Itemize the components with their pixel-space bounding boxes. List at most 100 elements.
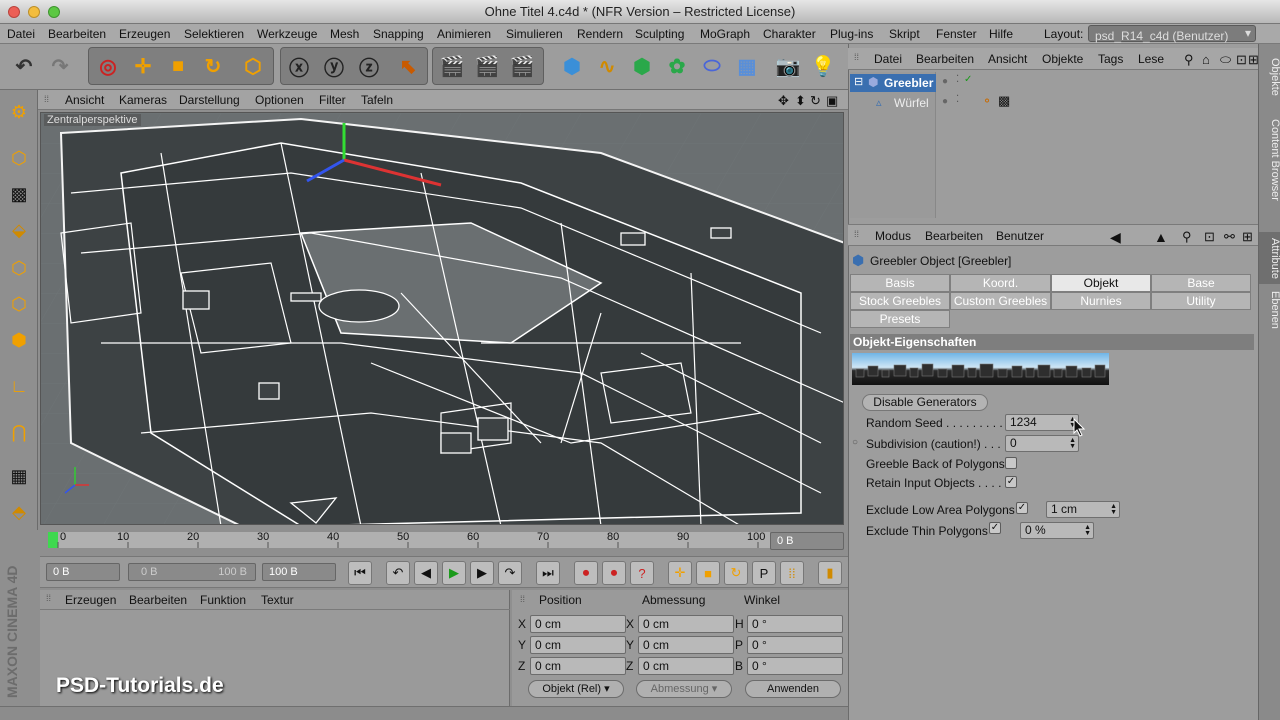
texture-tag-icon[interactable]: ▩ [998,93,1010,109]
material-menu-funktion[interactable]: Funktion [200,593,246,607]
exclude-thin-checkbox[interactable]: ✓ [989,522,1001,534]
key-pla-icon[interactable]: ⁞⁞ [780,561,804,585]
material-menu-erzeugen[interactable]: Erzeugen [65,593,116,607]
playhead[interactable] [48,532,58,548]
enabled-check-icon[interactable]: ✓ [964,74,972,85]
viewport-maximize-icon[interactable]: ▣ [826,93,838,109]
tab-ebenen[interactable]: Ebenen [1259,288,1280,332]
redo-icon[interactable]: ↷ [44,50,76,82]
menu-bearbeiten[interactable]: Bearbeiten [48,27,106,41]
rotation-b-field[interactable]: 0 ° [747,657,843,675]
visibility-dots-icon[interactable]: ⁚ [956,74,959,85]
visibility-dot-icon[interactable]: ● [942,76,948,87]
retain-input-checkbox[interactable]: ✓ [1005,476,1017,488]
exclude-low-area-field[interactable]: 1 cm ▲ ▼ [1046,501,1120,518]
array-icon[interactable]: ✿ [661,50,693,82]
size-z-field[interactable]: 0 cm [638,657,734,675]
menu-simulieren[interactable]: Simulieren [506,27,563,41]
camera-icon[interactable]: 📷 [772,50,804,82]
viewport-zoom-icon[interactable]: ⬍ [795,93,806,109]
rotation-p-field[interactable]: 0 ° [747,636,843,654]
locked-workplane-icon[interactable]: ⬘ [3,496,35,528]
end-frame-field[interactable]: 100 B [262,563,336,581]
lock-icon[interactable]: ⊡ [1236,52,1247,68]
coordinate-mode-select[interactable]: Objekt (Rel) ▾ [528,680,624,698]
menu-skript[interactable]: Skript [889,27,920,41]
new-panel-icon[interactable]: ⊞ [1242,229,1253,245]
tab-objekte[interactable]: Objekte [1259,52,1280,102]
list-item-wuerfel[interactable]: ▵ Würfel [850,94,936,112]
key-scale-icon[interactable]: ■ [696,561,720,585]
collapse-icon[interactable]: ⊟ [854,75,863,88]
home-icon[interactable]: ⌂ [1202,52,1210,67]
next-key-icon[interactable]: ↷ [498,561,522,585]
disable-generators-button[interactable]: Disable Generators [862,394,988,411]
texture-mode-icon[interactable]: ▩ [3,178,35,210]
zoom-window-button[interactable] [48,6,60,18]
attribute-menu-modus[interactable]: Modus [875,229,911,243]
record-keys-icon[interactable]: ⏺ [574,561,598,585]
lock-icon[interactable]: ⊡ [1204,229,1215,245]
tab-nurnies[interactable]: Nurnies [1051,292,1151,310]
greeble-back-checkbox[interactable] [1005,457,1017,469]
back-arrow-icon[interactable]: ◀ [1110,229,1121,246]
viewport-menu-ansicht[interactable]: Ansicht [65,93,104,107]
attribute-menu-benutzer[interactable]: Benutzer [996,229,1044,243]
link-icon[interactable]: ⚯ [1224,229,1235,245]
object-menu-datei[interactable]: Datei [874,52,902,66]
menu-werkzeuge[interactable]: Werkzeuge [257,27,317,41]
points-mode-icon[interactable]: ⬡ [3,252,35,284]
menu-rendern[interactable]: Rendern [577,27,623,41]
current-frame-field[interactable]: 0 B [770,532,844,550]
position-y-field[interactable]: 0 cm [530,636,626,654]
close-window-button[interactable] [8,6,20,18]
viewport-menu-tafeln[interactable]: Tafeln [361,93,393,107]
recent-tool-icon[interactable]: ⬡ [237,50,269,82]
exclude-low-area-checkbox[interactable]: ✓ [1016,502,1028,514]
key-rotation-icon[interactable]: ↻ [724,561,748,585]
list-item-greebler[interactable]: ⊟ ⬢ Greebler [850,74,936,92]
next-frame-icon[interactable]: ▶ [470,561,494,585]
apply-button[interactable]: Anwenden [745,680,841,698]
tab-attribute[interactable]: Attribute [1259,232,1280,284]
tab-presets[interactable]: Presets [850,310,950,328]
search-icon[interactable]: ⚲ [1182,229,1192,245]
menu-datei[interactable]: Datei [7,27,35,41]
render-picture-viewer-icon[interactable]: 🎬 [471,50,503,82]
object-menu-bearbeiten[interactable]: Bearbeiten [916,52,974,66]
play-icon[interactable]: ▶ [442,561,466,585]
layout-select[interactable]: psd_R14_c4d (Benutzer) ▾ [1088,25,1256,43]
attribute-menu-bearbeiten[interactable]: Bearbeiten [925,229,983,243]
live-selection-icon[interactable]: ◎ [92,50,124,82]
menu-snapping[interactable]: Snapping [373,27,424,41]
size-y-field[interactable]: 0 cm [638,636,734,654]
tab-base[interactable]: Base [1151,274,1251,292]
menu-sculpting[interactable]: Sculpting [635,27,684,41]
material-menu-textur[interactable]: Textur [261,593,294,607]
rotation-h-field[interactable]: 0 ° [747,615,843,633]
timeline-window-icon[interactable]: ▮ [818,561,842,585]
use-model-mode-icon[interactable]: ⚙ [3,96,35,128]
material-menu-bearbeiten[interactable]: Bearbeiten [129,593,187,607]
viewport-rotate-icon[interactable]: ↻ [810,93,821,109]
spinner-icon[interactable]: ▲ ▼ [1110,503,1117,516]
menu-charakter[interactable]: Charakter [763,27,816,41]
menu-animieren[interactable]: Animieren [437,27,491,41]
object-menu-objekte[interactable]: Objekte [1042,52,1083,66]
go-to-end-icon[interactable]: ⏭ [536,561,560,585]
rotate-icon[interactable]: ↻ [197,50,229,82]
scale-icon[interactable]: ■ [162,50,194,82]
size-mode-select[interactable]: Abmessung ▾ [636,680,732,698]
random-seed-field[interactable]: 1234 ▲ ▼ [1005,414,1079,431]
y-axis-icon[interactable]: ⓨ [318,50,350,82]
menu-selektieren[interactable]: Selektieren [184,27,244,41]
viewport-menu-filter[interactable]: Filter [319,93,346,107]
size-x-field[interactable]: 0 cm [638,615,734,633]
key-position-icon[interactable]: ✛ [668,561,692,585]
position-z-field[interactable]: 0 cm [530,657,626,675]
render-settings-icon[interactable]: 🎬 [506,50,538,82]
keyframe-selection-icon[interactable]: ? [630,561,654,585]
search-icon[interactable]: ⚲ [1184,52,1194,68]
3d-viewport[interactable]: Zentralperspektive [40,112,844,525]
viewport-menu-kameras[interactable]: Kameras [119,93,167,107]
